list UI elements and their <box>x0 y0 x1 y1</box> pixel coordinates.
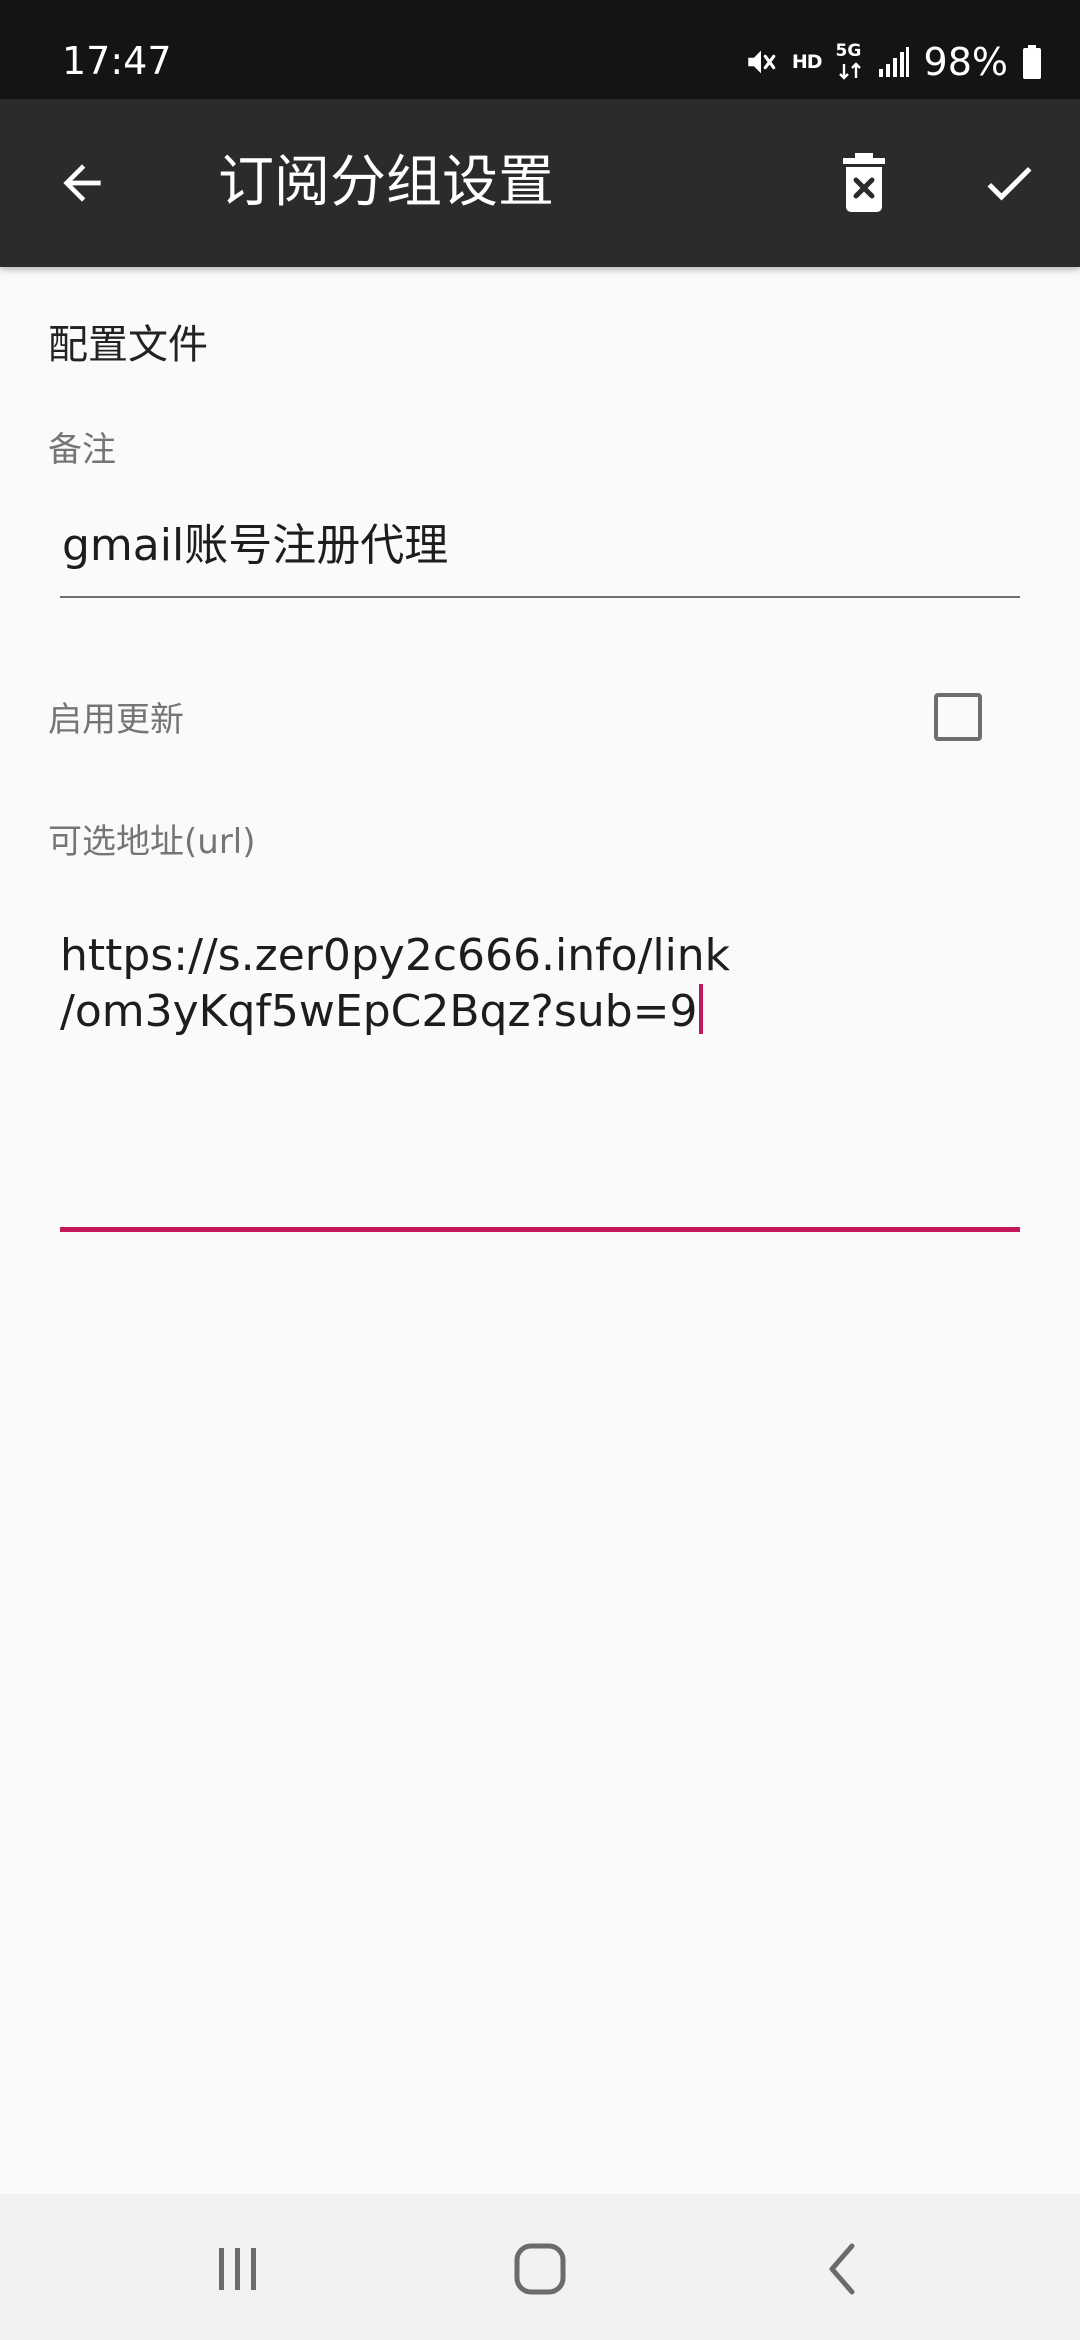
back-button[interactable] <box>50 151 114 215</box>
enable-update-checkbox[interactable] <box>934 693 982 741</box>
back-icon <box>829 2243 855 2295</box>
status-icons: HD 5G 98% <box>744 40 1042 84</box>
signal-icon <box>878 47 909 77</box>
delete-icon <box>843 153 885 212</box>
remark-label: 备注 <box>48 430 116 470</box>
check-icon <box>987 166 1032 201</box>
status-time: 17:47 <box>62 39 172 83</box>
url-line-1: https://s.zer0py2c666.info/link <box>60 930 731 981</box>
text-cursor <box>698 984 703 1034</box>
back-arrow-icon <box>63 164 101 202</box>
remark-input[interactable]: gmail账号注册代理 <box>60 510 1020 598</box>
battery-percent: 98% <box>923 40 1008 84</box>
5g-data-icon: 5G <box>836 42 864 82</box>
app-bar: 订阅分组设置 <box>0 99 1080 267</box>
enable-update-label: 启用更新 <box>48 700 184 740</box>
recents-button[interactable] <box>198 2234 278 2304</box>
page-title: 订阅分组设置 <box>218 150 554 215</box>
5g-label: 5G <box>835 41 862 61</box>
home-button[interactable] <box>500 2234 580 2304</box>
home-icon <box>514 2243 566 2295</box>
section-title: 配置文件 <box>48 322 208 368</box>
url-input[interactable]: https://s.zer0py2c666.info/link /om3yKqf… <box>60 928 1020 1232</box>
navigation-bar <box>0 2194 1080 2340</box>
url-line-2: /om3yKqf5wEpC2Bqz?sub=9 <box>60 984 1020 1040</box>
status-bar: 17:47 HD 5G 98% <box>0 0 1080 99</box>
recents-icon <box>219 2248 256 2290</box>
save-button[interactable] <box>976 151 1042 215</box>
nav-back-button[interactable] <box>802 2234 882 2304</box>
url-label: 可选地址(url) <box>48 822 256 862</box>
url-line-2-text: /om3yKqf5wEpC2Bqz?sub=9 <box>60 986 698 1037</box>
hd-icon: HD <box>791 51 823 73</box>
delete-button[interactable] <box>832 149 896 217</box>
battery-icon <box>1023 45 1041 79</box>
mute-icon <box>748 50 776 74</box>
